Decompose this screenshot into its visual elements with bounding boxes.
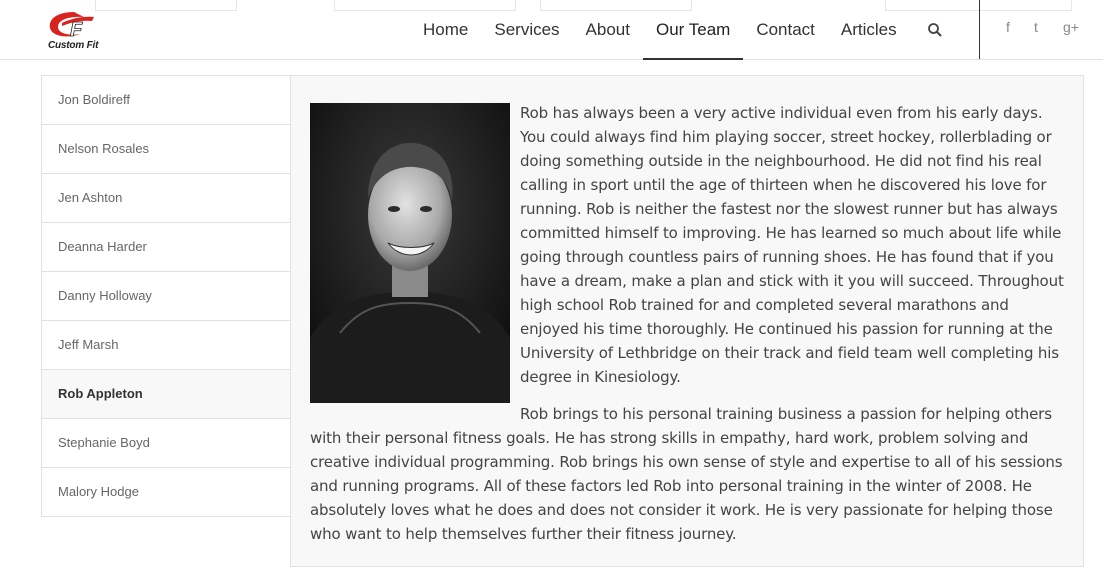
nav-our-team[interactable]: Our Team xyxy=(642,0,744,60)
portrait-image xyxy=(310,103,510,403)
facebook-icon[interactable]: f xyxy=(1006,19,1010,35)
team-member-bio: Rob has always been a very active indivi… xyxy=(290,75,1084,567)
sidebar-item-deanna-harder[interactable]: Deanna Harder xyxy=(42,223,291,272)
sidebar-item-malory-hodge[interactable]: Malory Hodge xyxy=(42,468,291,517)
sidebar-item-nelson-rosales[interactable]: Nelson Rosales xyxy=(42,125,291,174)
svg-text:F: F xyxy=(70,19,83,41)
nav-home[interactable]: Home xyxy=(410,0,481,59)
sidebar-item-rob-appleton[interactable]: Rob Appleton xyxy=(42,370,291,419)
sidebar-item-jon-boldireff[interactable]: Jon Boldireff xyxy=(42,76,291,125)
search-icon[interactable] xyxy=(926,21,944,39)
team-sidebar: Jon Boldireff Nelson Rosales Jen Ashton … xyxy=(41,75,292,517)
main-nav: Home Services About Our Team Contact Art… xyxy=(410,0,910,60)
google-plus-icon[interactable]: g+ xyxy=(1063,19,1079,35)
nav-contact[interactable]: Contact xyxy=(743,0,828,59)
sidebar-item-jeff-marsh[interactable]: Jeff Marsh xyxy=(42,321,291,370)
header-divider xyxy=(979,0,980,59)
sidebar-item-jen-ashton[interactable]: Jen Ashton xyxy=(42,174,291,223)
site-header: F Custom Fit Home Services About Our Tea… xyxy=(0,0,1103,60)
sidebar-item-danny-holloway[interactable]: Danny Holloway xyxy=(42,272,291,321)
nav-services[interactable]: Services xyxy=(481,0,572,59)
nav-about[interactable]: About xyxy=(573,0,643,59)
twitter-icon[interactable]: t xyxy=(1034,19,1038,35)
sidebar-item-stephanie-boyd[interactable]: Stephanie Boyd xyxy=(42,419,291,468)
logo-text[interactable]: Custom Fit xyxy=(48,40,98,51)
header-ghost-tab xyxy=(95,0,237,11)
bio-paragraph-2: Rob brings to his personal training busi… xyxy=(310,405,1063,543)
nav-articles[interactable]: Articles xyxy=(828,0,910,59)
team-member-photo xyxy=(310,103,510,403)
